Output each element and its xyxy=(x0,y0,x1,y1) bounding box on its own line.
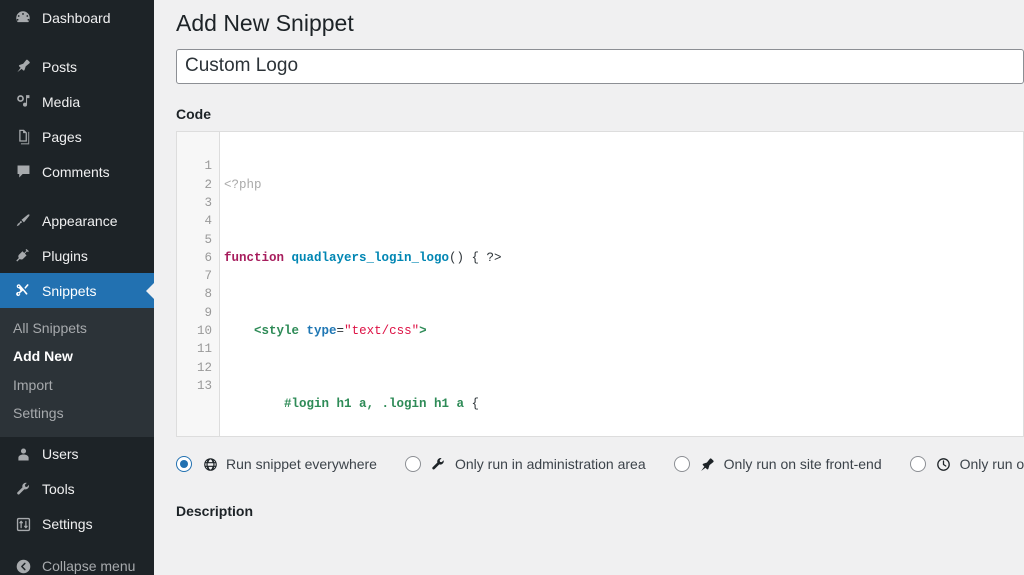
gutter-line: 8 xyxy=(177,285,219,303)
sidebar-item-label: Tools xyxy=(42,482,75,496)
clock-icon xyxy=(934,455,954,473)
sidebar-item-settings[interactable]: Settings xyxy=(0,507,154,542)
pages-icon xyxy=(11,127,35,147)
gutter-line: 11 xyxy=(177,340,219,358)
globe-icon xyxy=(200,455,220,473)
description-section-label: Description xyxy=(176,502,1024,520)
scope-option-admin[interactable]: Only run in administration area xyxy=(405,455,646,473)
sidebar-item-label: Posts xyxy=(42,60,77,74)
code-line-php-prefix: <?php xyxy=(224,176,1023,194)
submenu-item-add-new[interactable]: Add New xyxy=(0,343,154,371)
wrench-icon xyxy=(429,455,449,473)
pin-icon xyxy=(698,455,718,473)
gutter-line: 10 xyxy=(177,322,219,340)
gutter-line: 1 xyxy=(177,157,219,175)
scope-label: Only run on site front-end xyxy=(724,457,882,471)
scissors-icon xyxy=(11,281,35,301)
sidebar-item-label: Pages xyxy=(42,130,82,144)
gutter-line: 7 xyxy=(177,267,219,285)
scope-radio-once[interactable] xyxy=(910,456,926,472)
dashboard-icon xyxy=(11,8,35,28)
sidebar-item-snippets[interactable]: Snippets xyxy=(0,273,154,308)
main-content: Add New Snippet Code 1 2 3 4 5 6 7 8 9 1… xyxy=(154,0,1024,575)
submenu-item-settings[interactable]: Settings xyxy=(0,400,154,428)
menu-separator xyxy=(0,189,154,203)
editor-gutter: 1 2 3 4 5 6 7 8 9 10 11 12 13 xyxy=(177,132,220,436)
pin-icon xyxy=(11,57,35,77)
sidebar-item-dashboard[interactable]: Dashboard xyxy=(0,0,154,35)
admin-sidebar: Dashboard Posts Media Pages Commen xyxy=(0,0,154,575)
settings-sliders-icon xyxy=(11,514,35,534)
gutter-line: 4 xyxy=(177,212,219,230)
page-title: Add New Snippet xyxy=(176,0,1024,49)
code-line-1: function quadlayers_login_logo() { ?> xyxy=(224,249,1023,267)
wrench-icon xyxy=(11,479,35,499)
gutter-line: 3 xyxy=(177,194,219,212)
scope-option-once[interactable]: Only run once xyxy=(910,455,1024,473)
plug-icon xyxy=(11,246,35,266)
sidebar-item-plugins[interactable]: Plugins xyxy=(0,238,154,273)
user-icon xyxy=(11,444,35,464)
scope-label: Only run in administration area xyxy=(455,457,646,471)
collapse-menu-button[interactable]: Collapse menu xyxy=(0,549,154,575)
menu-separator xyxy=(0,35,154,49)
sidebar-item-label: Users xyxy=(42,447,79,461)
scope-radio-frontend[interactable] xyxy=(674,456,690,472)
scope-option-everywhere[interactable]: Run snippet everywhere xyxy=(176,455,377,473)
collapse-menu-label: Collapse menu xyxy=(42,559,135,573)
media-icon xyxy=(11,92,35,112)
gutter-line: 5 xyxy=(177,231,219,249)
scope-radio-everywhere[interactable] xyxy=(176,456,192,472)
gutter-line: 6 xyxy=(177,249,219,267)
sidebar-item-label: Media xyxy=(42,95,80,109)
paintbrush-icon xyxy=(11,211,35,231)
sidebar-item-appearance[interactable]: Appearance xyxy=(0,203,154,238)
scope-radio-admin[interactable] xyxy=(405,456,421,472)
php-open-tag: <?php xyxy=(224,178,262,192)
gutter-line: 2 xyxy=(177,176,219,194)
code-editor[interactable]: 1 2 3 4 5 6 7 8 9 10 11 12 13 <?php func… xyxy=(176,131,1024,437)
scope-label: Run snippet everywhere xyxy=(226,457,377,471)
sidebar-item-tools[interactable]: Tools xyxy=(0,472,154,507)
comments-icon xyxy=(11,162,35,182)
submenu-item-all-snippets[interactable]: All Snippets xyxy=(0,315,154,343)
sidebar-item-media[interactable]: Media xyxy=(0,84,154,119)
submenu-item-import[interactable]: Import xyxy=(0,372,154,400)
scope-option-frontend[interactable]: Only run on site front-end xyxy=(674,455,882,473)
snippets-submenu: All Snippets Add New Import Settings xyxy=(0,308,154,437)
sidebar-item-label: Dashboard xyxy=(42,11,111,25)
sidebar-item-label: Snippets xyxy=(42,284,96,298)
sidebar-item-label: Appearance xyxy=(42,214,118,228)
snippet-title-input[interactable] xyxy=(176,49,1024,84)
code-line-3: #login h1 a, .login h1 a { xyxy=(224,395,1023,413)
gutter-line: 12 xyxy=(177,359,219,377)
sidebar-item-users[interactable]: Users xyxy=(0,437,154,472)
snippet-scope-radio-group: Run snippet everywhere Only run in admin… xyxy=(176,453,1024,475)
editor-code-area[interactable]: <?php function quadlayers_login_logo() {… xyxy=(220,132,1023,436)
sidebar-item-comments[interactable]: Comments xyxy=(0,154,154,189)
code-line-2: <style type="text/css"> xyxy=(224,322,1023,340)
sidebar-item-pages[interactable]: Pages xyxy=(0,119,154,154)
wordpress-admin-screen: Dashboard Posts Media Pages Commen xyxy=(0,0,1024,575)
sidebar-item-label: Comments xyxy=(42,165,110,179)
scope-label: Only run once xyxy=(960,457,1024,471)
gutter-line: 13 xyxy=(177,377,219,395)
sidebar-item-label: Plugins xyxy=(42,249,88,263)
code-section-label: Code xyxy=(176,105,1024,123)
collapse-arrow-icon xyxy=(11,556,35,575)
sidebar-item-label: Settings xyxy=(42,517,93,531)
gutter-line-blank xyxy=(177,139,219,157)
sidebar-item-posts[interactable]: Posts xyxy=(0,49,154,84)
gutter-line: 9 xyxy=(177,304,219,322)
